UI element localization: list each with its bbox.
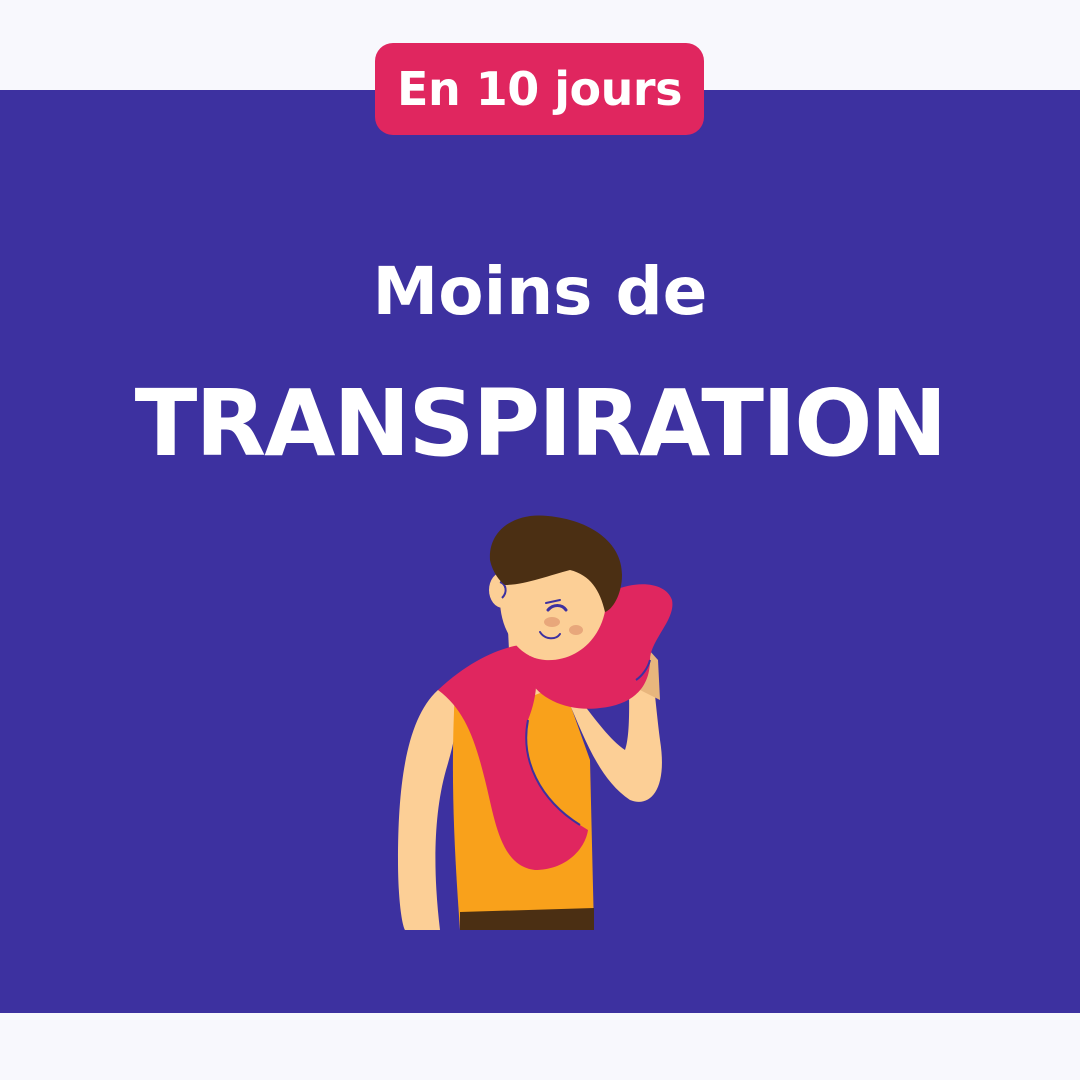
page: En 10 jours Moins de TRANSPIRATION [0,0,1080,1080]
left-arm [398,690,457,930]
duration-badge: En 10 jours [375,43,704,135]
sweating-man-with-towel-icon [398,515,673,930]
duration-badge-label: En 10 jours [397,62,682,116]
